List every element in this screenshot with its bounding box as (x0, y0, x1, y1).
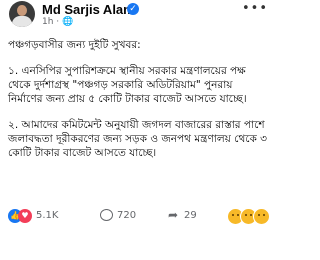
haha-icon (253, 208, 270, 225)
post-paragraph-2: ২. আমাদের কমিটমেন্ট অনুযায়ী জগদল বাজারে… (8, 119, 267, 159)
avatar-face (17, 5, 27, 16)
post-title: পঞ্চগড়বাসীর জন্য দুইটি সুখবর: (8, 39, 141, 51)
avatar[interactable] (9, 1, 35, 27)
love-icon[interactable]: ♥ (18, 209, 32, 223)
comment-icon (100, 209, 113, 221)
reaction-count[interactable]: 5.1K (36, 207, 58, 225)
post-paragraph-1: ১. এনসিপির সুপারিশক্রমে স্থানীয় সরকার ম… (8, 65, 247, 105)
reaction-faces[interactable] (227, 208, 270, 225)
share-icon: ➦ (168, 208, 179, 222)
post-body: পঞ্চগড়বাসীর জন্য দুইটি সুখবর: ১. এনসিপি… (8, 38, 268, 172)
more-icon[interactable]: ••• (242, 2, 268, 15)
post-header: Md Sarjis Alam ✓ 1h · 🌐 ••• (8, 0, 270, 28)
share-count: 29 (184, 210, 197, 221)
post-meta: 1h · 🌐 (42, 17, 74, 27)
comment-count: 720 (117, 210, 137, 221)
author-name[interactable]: Md Sarjis Alam (42, 2, 135, 17)
avatar-body (12, 16, 32, 27)
verified-badge-icon: ✓ (127, 3, 139, 15)
engagement-bar: 👍 ♥ 5.1K 720 ➦ 29 (8, 206, 270, 226)
